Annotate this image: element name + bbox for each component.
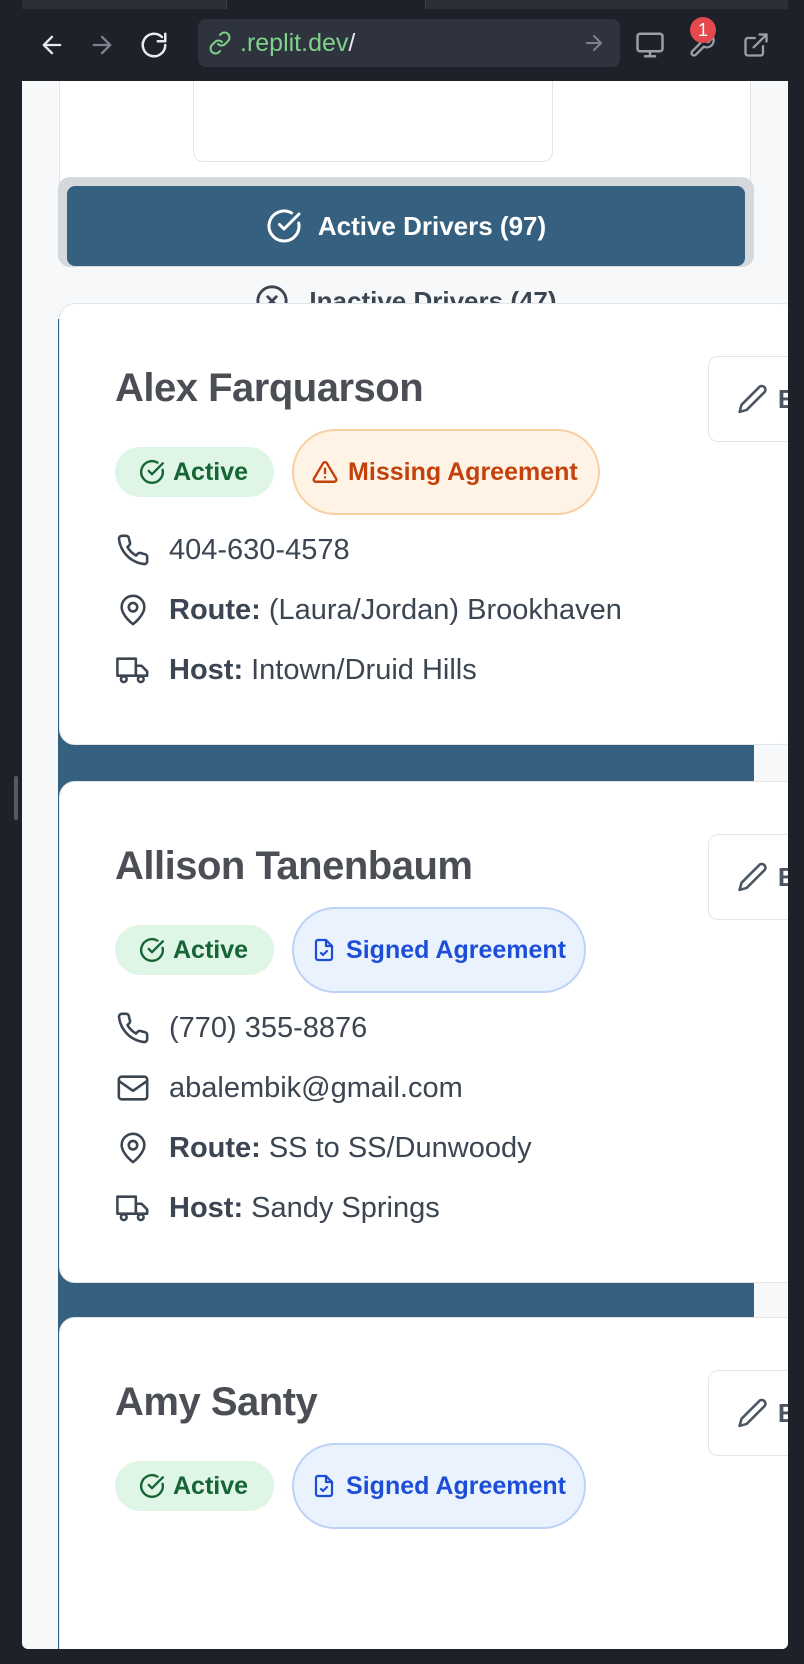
forward-button[interactable] <box>84 27 120 63</box>
email-address[interactable]: abalembik@gmail.com <box>169 1072 463 1105</box>
status-label: Active <box>173 935 249 964</box>
driver-card: Amy Santy Edit Active Signed Agreement <box>59 1317 788 1649</box>
link-icon <box>209 31 231 55</box>
tab-active-drivers[interactable]: Active Drivers (97) <box>67 186 745 266</box>
tab-active-label: Active Drivers (97) <box>317 210 547 241</box>
driver-name: Allison Tanenbaum <box>115 844 473 888</box>
phone-row: 404-630-4578 <box>115 532 350 568</box>
resize-handle[interactable] <box>14 776 18 820</box>
driver-card: Alex Farquarson Edit Active Missing Agre… <box>59 303 788 745</box>
address-bar[interactable]: .replit.dev/ <box>198 19 620 67</box>
pencil-icon <box>738 1398 767 1428</box>
host-label: Host: <box>169 653 244 686</box>
reload-icon <box>141 32 167 58</box>
mail-icon <box>115 1070 151 1106</box>
open-new-tab-button[interactable] <box>738 27 774 63</box>
check-circle-icon <box>140 1473 165 1499</box>
pencil-icon <box>738 384 767 414</box>
badge-row: Active Missing Agreement <box>115 429 600 515</box>
back-button[interactable] <box>34 27 70 63</box>
host-row: Host: Intown/Druid Hills <box>115 652 477 688</box>
truck-icon <box>115 1190 151 1226</box>
phone-icon <box>115 532 151 568</box>
agreement-label: Missing Agreement <box>348 457 578 486</box>
agreement-label: Signed Agreement <box>346 1471 566 1500</box>
warning-icon <box>312 460 338 483</box>
route-value: SS to SS/Dunwoody <box>268 1131 532 1164</box>
browser-window: .replit.dev/ 1 Active Drivers (97) Inact… <box>0 0 804 1664</box>
status-badge: Active <box>115 925 275 975</box>
monitor-icon <box>636 32 664 58</box>
page-viewport: Active Drivers (97) Inactive Drivers (47… <box>22 81 788 1649</box>
driver-name: Alex Farquarson <box>115 366 424 410</box>
route-label: Route: <box>169 593 261 626</box>
phone-icon <box>115 1010 151 1046</box>
browser-toolbar: .replit.dev/ 1 <box>22 9 788 81</box>
edit-button[interactable]: Edit <box>708 1370 788 1456</box>
url-host: .replit.dev <box>240 28 349 57</box>
check-circle-icon <box>140 937 165 963</box>
driver-card: Allison Tanenbaum Edit Active Signed Agr… <box>59 781 788 1283</box>
route-row: Route: (Laura/Jordan) Brookhaven <box>115 592 622 628</box>
route-row: Route: SS to SS/Dunwoody <box>115 1130 532 1166</box>
browser-tab[interactable] <box>226 0 426 9</box>
edit-button[interactable]: Edit <box>708 356 788 442</box>
route-value: (Laura/Jordan) Brookhaven <box>268 593 622 626</box>
go-arrow-icon[interactable] <box>582 31 606 55</box>
check-circle-icon <box>267 209 301 243</box>
status-badge: Active <box>115 1461 275 1511</box>
url-path: / <box>348 28 356 57</box>
host-row: Host: Sandy Springs <box>115 1190 440 1226</box>
edit-label: Edit <box>777 383 788 414</box>
external-link-icon <box>744 33 768 57</box>
route-label: Route: <box>169 1131 261 1164</box>
truck-icon <box>115 652 151 688</box>
tab-strip <box>22 0 788 9</box>
phone-number[interactable]: 404-630-4578 <box>169 534 350 567</box>
check-circle-icon <box>140 459 165 485</box>
agreement-badge: Missing Agreement <box>292 429 600 515</box>
host-label: Host: <box>169 1191 244 1224</box>
notification-badge: 1 <box>690 17 716 43</box>
status-label: Active <box>173 457 249 486</box>
arrow-right-icon <box>92 35 112 55</box>
reload-button[interactable] <box>136 27 172 63</box>
pencil-icon <box>738 862 767 892</box>
phone-number[interactable]: (770) 355-8876 <box>169 1012 367 1045</box>
map-pin-icon <box>115 1130 151 1166</box>
phone-row: (770) 355-8876 <box>115 1010 367 1046</box>
filter-input-box[interactable] <box>193 81 553 162</box>
agreement-label: Signed Agreement <box>346 935 566 964</box>
arrow-left-icon <box>42 35 62 55</box>
edit-label: Edit <box>777 1397 788 1428</box>
url-text: .replit.dev/ <box>240 29 355 58</box>
driver-status-tabs: Active Drivers (97) <box>58 177 754 267</box>
status-badge: Active <box>115 447 275 497</box>
host-value: Intown/Druid Hills <box>251 653 477 686</box>
email-row: abalembik@gmail.com <box>115 1070 463 1106</box>
badge-row: Active Signed Agreement <box>115 907 586 993</box>
edit-label: Edit <box>777 861 788 892</box>
driver-name: Amy Santy <box>115 1380 318 1424</box>
host-value: Sandy Springs <box>251 1191 440 1224</box>
status-label: Active <box>173 1471 249 1500</box>
agreement-badge[interactable]: Signed Agreement <box>292 1443 586 1529</box>
badge-row: Active Signed Agreement <box>115 1443 586 1529</box>
file-check-icon <box>314 938 334 962</box>
file-check-icon <box>314 1474 334 1498</box>
edit-button[interactable]: Edit <box>708 834 788 920</box>
map-pin-icon <box>115 592 151 628</box>
agreement-badge[interactable]: Signed Agreement <box>292 907 586 993</box>
device-preview-button[interactable] <box>632 27 668 63</box>
